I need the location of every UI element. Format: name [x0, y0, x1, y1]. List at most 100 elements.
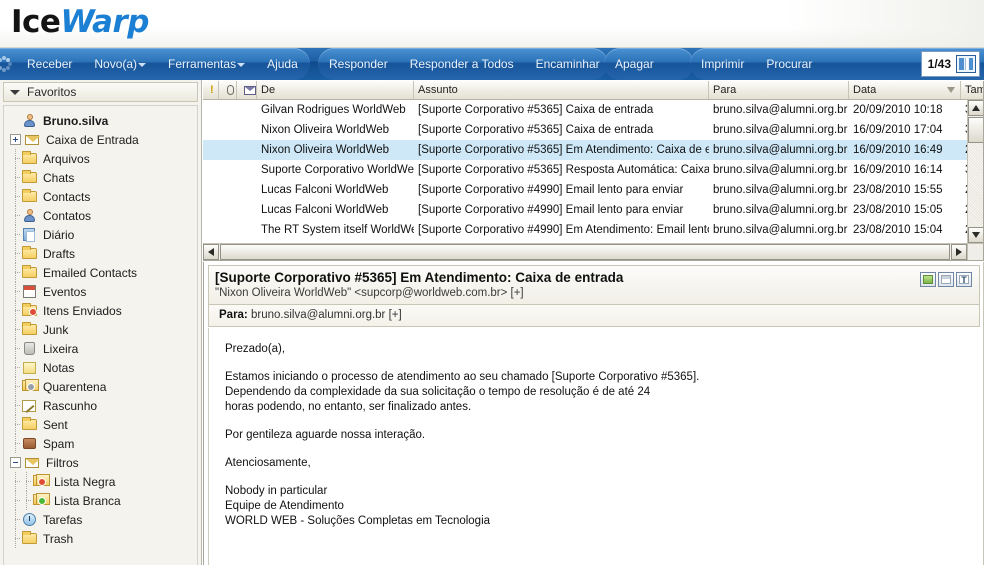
- refresh-spinner-icon[interactable]: [0, 56, 12, 72]
- tree-account-root[interactable]: Bruno.silva: [4, 111, 197, 130]
- scroll-right-button[interactable]: [951, 244, 967, 260]
- tree-item-label: Itens Enviados: [43, 303, 122, 318]
- tree-item-lista-branca[interactable]: Lista Branca: [4, 491, 197, 510]
- message-from-text: Lucas Falconi WorldWeb: [261, 204, 389, 216]
- scrollbar-corner: [967, 243, 983, 260]
- toolbar-responder-a-todos-button[interactable]: Responder a Todos: [399, 48, 525, 80]
- toolbar-procurar-button[interactable]: Procurar: [755, 48, 823, 80]
- folder-archive-icon: [21, 151, 38, 166]
- column-header-from[interactable]: De: [257, 81, 414, 99]
- tree-item-quarentena[interactable]: Quarentena: [4, 377, 197, 396]
- toolbar-ferramentas-button[interactable]: Ferramentas: [157, 48, 256, 80]
- message-to-text: bruno.silva@alumni.org.br: [713, 124, 848, 136]
- toolbar-encaminhar-button[interactable]: Encaminhar: [525, 48, 611, 80]
- tree-item-label: Lista Branca: [54, 493, 121, 508]
- scroll-down-button[interactable]: [968, 227, 983, 243]
- toolbar-novo-button[interactable]: Novo(a): [83, 48, 157, 80]
- tree-item-arquivos[interactable]: Arquivos: [4, 149, 197, 168]
- tree-connector: [10, 358, 21, 377]
- tree-item-junk[interactable]: Junk: [4, 320, 197, 339]
- message-row[interactable]: Nixon Oliveira WorldWeb [Suporte Corporat…: [203, 140, 983, 160]
- tree-item-drafts[interactable]: Drafts: [4, 244, 197, 263]
- message-row[interactable]: Lucas Falconi WorldWeb [Suporte Corporati…: [203, 180, 983, 200]
- tree-item-filtros[interactable]: Filtros: [4, 453, 197, 472]
- whitelist-folder-icon: [32, 493, 50, 508]
- tree-connector: [10, 282, 21, 301]
- icewarp-logo: IceWarp: [11, 4, 149, 40]
- message-subject: [Suporte Corporativo #4990] Email lento …: [414, 204, 709, 216]
- tree-item-contacts[interactable]: Contacts: [4, 187, 197, 206]
- message-to: bruno.silva@alumni.org.br: [709, 224, 849, 236]
- column-header-to[interactable]: Para: [709, 81, 849, 99]
- column-header-priority[interactable]: !: [203, 81, 219, 99]
- collapse-minus-icon[interactable]: [10, 457, 21, 468]
- tree-item-tarefas[interactable]: Tarefas: [4, 510, 197, 529]
- preview-paragraph: Prezado(a),: [225, 343, 286, 355]
- notes-icon: [21, 360, 38, 375]
- column-header-subject[interactable]: Assunto: [414, 81, 709, 99]
- message-to-text: bruno.silva@alumni.org.br: [713, 204, 848, 216]
- vscroll-track[interactable]: [968, 143, 983, 227]
- tree-connector: [10, 244, 21, 263]
- tree-item-notas[interactable]: Notas: [4, 358, 197, 377]
- triangle-down-icon: [10, 89, 20, 95]
- folder-icon: [21, 322, 38, 337]
- message-row[interactable]: The RT System itself WorldWeb [Suporte Co…: [203, 220, 983, 240]
- column-header-label: Tam: [965, 84, 984, 96]
- tree-item-trash[interactable]: Trash: [4, 529, 197, 548]
- column-header-read-status[interactable]: [237, 81, 257, 99]
- tree-item-contatos[interactable]: Contatos: [4, 206, 197, 225]
- message-row[interactable]: Suporte Corporativo WorldWeb [Suporte Cor…: [203, 160, 983, 180]
- toolbar-responder-button[interactable]: Responder: [318, 48, 399, 80]
- message-subject: [Suporte Corporativo #5365] Caixa de ent…: [414, 124, 709, 136]
- tree-item-eventos[interactable]: Eventos: [4, 282, 197, 301]
- message-date-text: 16/09/2010 16:49: [853, 144, 943, 156]
- tree-connector: [10, 263, 21, 282]
- show-images-button[interactable]: [920, 272, 936, 287]
- toolbar-receber-button[interactable]: Receber: [16, 48, 83, 80]
- message-date: 23/08/2010 15:05: [849, 204, 961, 216]
- column-header-attachment[interactable]: [219, 81, 237, 99]
- layout-panels-icon[interactable]: [956, 55, 976, 73]
- toolbar-apagar-button[interactable]: Apagar: [604, 48, 665, 80]
- message-row[interactable]: Nixon Oliveira WorldWeb [Suporte Corporat…: [203, 120, 983, 140]
- envelope-status-icon: [244, 85, 256, 95]
- message-date-text: 23/08/2010 15:04: [853, 224, 943, 236]
- tree-item-sent[interactable]: Sent: [4, 415, 197, 434]
- favorites-header[interactable]: Favoritos: [3, 82, 198, 102]
- vscroll-thumb[interactable]: [968, 117, 983, 143]
- toolbar-ajuda-button[interactable]: Ajuda: [256, 48, 309, 80]
- headers-view-button[interactable]: [938, 272, 954, 287]
- tree-item-label: Emailed Contacts: [43, 265, 138, 280]
- tree-item-spam[interactable]: Spam: [4, 434, 197, 453]
- message-row[interactable]: Lucas Falconi WorldWeb [Suporte Corporati…: [203, 200, 983, 220]
- toolbar-imprimir-button[interactable]: Imprimir: [690, 48, 755, 80]
- message-subject-text: [Suporte Corporativo #5365] Caixa de ent…: [418, 124, 654, 136]
- plain-text-button[interactable]: T: [956, 272, 972, 287]
- toolbar-ferramentas-label: Ferramentas: [168, 57, 237, 71]
- tree-item-emailed-contacts[interactable]: Emailed Contacts: [4, 263, 197, 282]
- column-header-date[interactable]: Data: [849, 81, 961, 99]
- toolbar-imprimir-label: Imprimir: [701, 57, 745, 71]
- column-header-size[interactable]: Tam: [961, 81, 984, 99]
- preview-to-label: Para:: [219, 309, 248, 321]
- tree-item-lixeira[interactable]: Lixeira: [4, 339, 197, 358]
- hscroll-thumb[interactable]: [220, 244, 950, 260]
- message-row[interactable]: Gilvan Rodrigues WorldWeb [Suporte Corpor…: [203, 100, 983, 120]
- folder-icon: [21, 246, 38, 261]
- chevron-down-icon[interactable]: [237, 62, 246, 67]
- chevron-down-icon[interactable]: [138, 62, 147, 67]
- tree-item-lista-negra[interactable]: Lista Negra: [4, 472, 197, 491]
- tree-item-caixa-de-entrada[interactable]: Caixa de Entrada: [4, 130, 197, 149]
- message-list-hscrollbar[interactable]: [203, 243, 967, 260]
- message-list-vscrollbar[interactable]: [967, 100, 983, 243]
- expand-plus-icon[interactable]: [10, 134, 21, 145]
- tree-item-itens-enviados[interactable]: Itens Enviados: [4, 301, 197, 320]
- scroll-up-button[interactable]: [968, 100, 983, 116]
- tree-item-chats[interactable]: Chats: [4, 168, 197, 187]
- tree-item-di-rio[interactable]: Diário: [4, 225, 197, 244]
- message-date: 16/09/2010 16:14: [849, 164, 961, 176]
- scroll-left-button[interactable]: [203, 244, 219, 260]
- message-date-text: 23/08/2010 15:55: [853, 184, 943, 196]
- tree-item-rascunho[interactable]: Rascunho: [4, 396, 197, 415]
